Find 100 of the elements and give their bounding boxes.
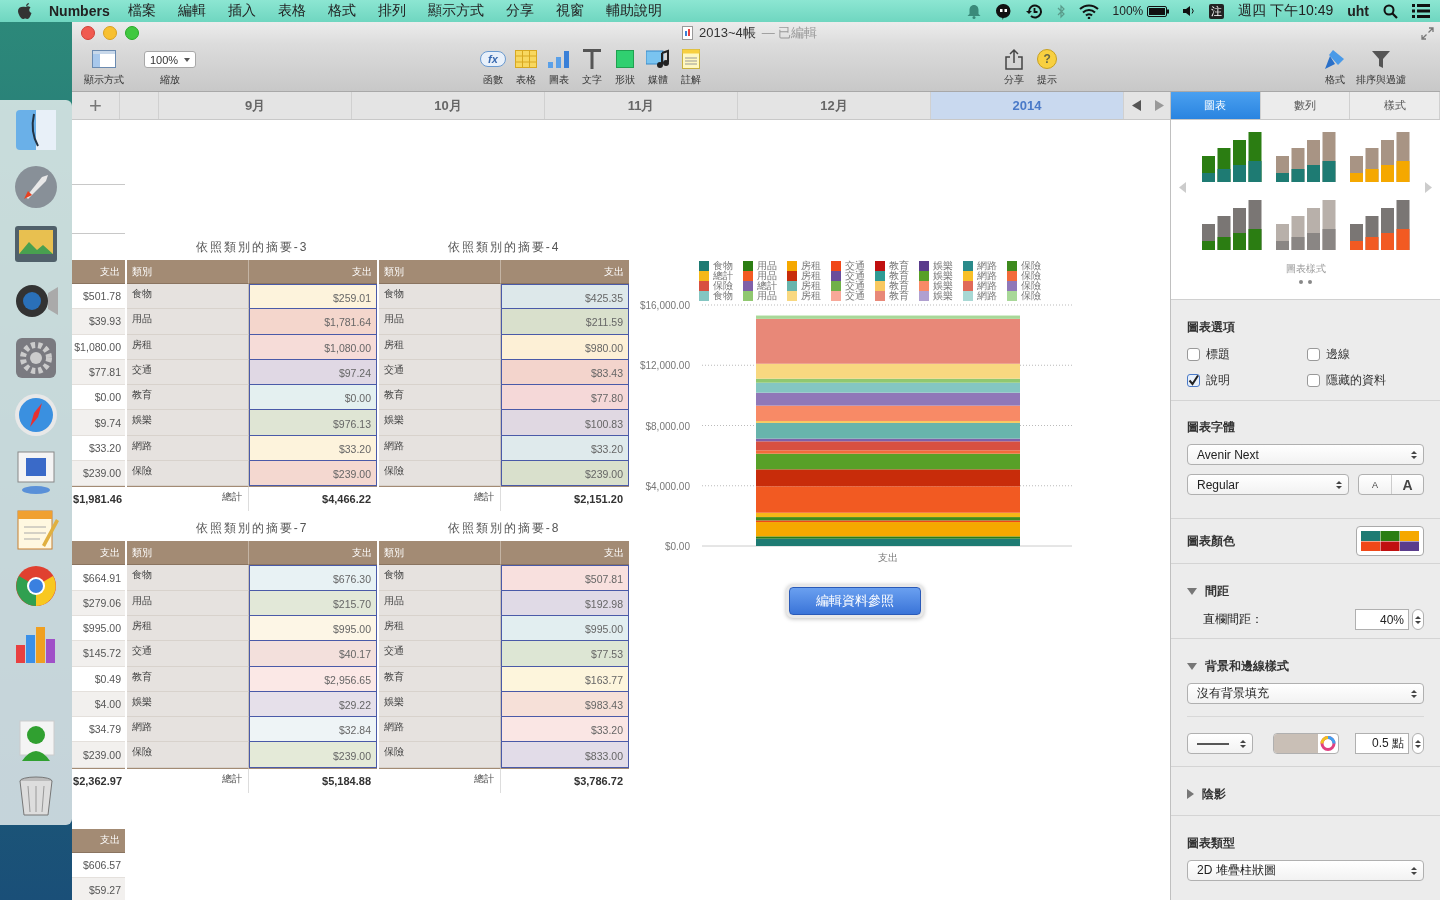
table-cell: 娛樂: [127, 410, 249, 436]
user-menu[interactable]: uht: [1347, 3, 1369, 19]
table-cell: $77.80: [501, 385, 629, 411]
column-header: 支出: [72, 541, 125, 566]
column-header: 支出: [501, 541, 629, 566]
table-title: 依照類別的摘要-7: [194, 519, 310, 537]
table-cell: 教育: [379, 666, 501, 692]
table-cell: $9.74: [72, 410, 125, 436]
axis-label: $4,000.00: [645, 480, 690, 492]
total-cell: $3,786.72: [501, 767, 629, 793]
legend-label: 食物: [713, 261, 733, 271]
table-cell: 房租: [379, 334, 501, 360]
legend-label: 房租: [801, 271, 821, 281]
window-title: 2013~4帳: [699, 24, 756, 42]
menu-item[interactable]: 編輯: [177, 2, 206, 20]
checkbox[interactable]: 標題: [1187, 345, 1307, 363]
table-cell: $40.17: [249, 641, 377, 667]
legend-label: 交通: [845, 291, 865, 301]
column-header: 支出: [501, 260, 629, 284]
table-cell: 網路: [379, 435, 501, 462]
chart-type-select[interactable]: 2D 堆疊柱狀圖: [1187, 860, 1424, 882]
checkbox[interactable]: 說明: [1187, 371, 1307, 389]
column-header: 支出: [249, 541, 377, 566]
menu-item[interactable]: 表格: [277, 2, 306, 20]
smaller-font-button[interactable]: A: [1359, 475, 1391, 495]
total-cell: $4,466.22: [249, 486, 377, 512]
font-family-select[interactable]: Avenir Next: [1187, 444, 1424, 466]
legend-label: 保險: [713, 281, 733, 291]
legend-label: 用品: [757, 261, 777, 271]
input-method-indicator[interactable]: 注: [1209, 3, 1225, 19]
table-cell: 食物: [379, 565, 501, 591]
spacing-field[interactable]: 40%: [1355, 609, 1409, 631]
total-cell: $2,362.97: [72, 767, 125, 793]
menu-item[interactable]: 檔案: [127, 2, 156, 20]
table-cell: $192.98: [501, 590, 629, 616]
legend-label: 用品: [757, 271, 777, 281]
toolbar-button[interactable]: 形狀: [608, 48, 642, 87]
table-title: 依照類別的摘要-4: [446, 238, 562, 256]
menu-item[interactable]: 格式: [327, 2, 356, 20]
menu-clock[interactable]: 週四 下午10:49: [1238, 2, 1334, 20]
total-label: 總計: [379, 767, 501, 793]
total-label: 總計: [127, 486, 249, 512]
legend-label: 網路: [977, 271, 997, 281]
table-cell: $833.00: [501, 742, 629, 768]
menu-item[interactable]: 分享: [505, 2, 534, 20]
toolbar-button[interactable]: 註解: [674, 48, 708, 87]
table-cell: $239.00: [249, 742, 377, 768]
table-cell: $4.00: [72, 691, 125, 718]
column-header: 類別: [379, 260, 501, 284]
zoom-dropdown[interactable]: 100%: [144, 51, 196, 68]
menu-item[interactable]: 排列: [377, 2, 406, 20]
column-header: 支出: [72, 260, 125, 284]
table-cell: $39.93: [72, 309, 125, 335]
table-cell: 保險: [127, 742, 249, 768]
total-label: 總計: [379, 486, 501, 512]
toolbar-button[interactable]: fx 函數: [476, 48, 510, 87]
table-cell: $33.20: [501, 717, 629, 743]
legend-label: 保險: [1021, 281, 1041, 291]
toolbar-button[interactable]: 圖表: [542, 48, 576, 87]
toolbar-button[interactable]: 文字: [575, 48, 609, 87]
menu-item[interactable]: 輔助說明: [605, 2, 662, 20]
table-cell: $983.43: [501, 691, 629, 718]
table-cell: $1,781.64: [249, 309, 377, 335]
menu-item[interactable]: 視窗: [555, 2, 584, 20]
toolbar-button[interactable]: 表格: [509, 48, 543, 87]
column-header: 支出: [249, 260, 377, 284]
toolbar-button[interactable]: 排序與過濾: [1351, 48, 1410, 87]
toolbar-button[interactable]: 顯示方式: [80, 48, 128, 87]
toolbar-button[interactable]: 媒體: [641, 48, 675, 87]
document-status: — 已編輯: [761, 24, 818, 42]
toolbar-button[interactable]: 格式: [1318, 48, 1352, 87]
section-label: 圖表樣式: [1285, 261, 1326, 276]
legend-label: 網路: [977, 261, 997, 271]
legend-label: 用品: [757, 291, 777, 301]
legend-label: 交通: [845, 281, 865, 291]
menu-item[interactable]: 插入: [227, 2, 256, 20]
legend-label: 娛樂: [933, 271, 953, 281]
legend-label: 食物: [713, 291, 733, 301]
font-style-select[interactable]: Regular: [1187, 474, 1349, 496]
table-cell: $97.24: [249, 359, 377, 386]
checkbox[interactable]: 隱藏的資料: [1307, 371, 1427, 389]
toolbar-button[interactable]: ? 提示: [1030, 48, 1064, 87]
fill-select[interactable]: 沒有背景填充: [1187, 683, 1424, 705]
app-menu[interactable]: Numbers: [49, 3, 110, 19]
table-cell: 娛樂: [379, 410, 501, 436]
table-cell: $100.83: [501, 410, 629, 436]
toolbar-button[interactable]: 分享: [997, 48, 1031, 87]
table-title: 依照類別的摘要-8: [446, 519, 562, 537]
section-title: 圖表顏色: [1187, 532, 1235, 550]
larger-font-button[interactable]: A: [1391, 475, 1423, 495]
menu-item[interactable]: 顯示方式: [427, 2, 484, 20]
section-title: 圖表字體: [1187, 419, 1236, 437]
column-header: 支出: [72, 828, 125, 853]
legend-label: 教育: [889, 271, 909, 281]
checkbox[interactable]: 邊線: [1307, 345, 1427, 363]
table-cell: $2,956.65: [249, 666, 377, 692]
stroke-width-field[interactable]: 0.5 點: [1355, 733, 1409, 755]
legend-label: 交通: [845, 261, 865, 271]
table-cell: 保險: [379, 461, 501, 487]
field-label: 直欄間距：: [1203, 611, 1263, 629]
